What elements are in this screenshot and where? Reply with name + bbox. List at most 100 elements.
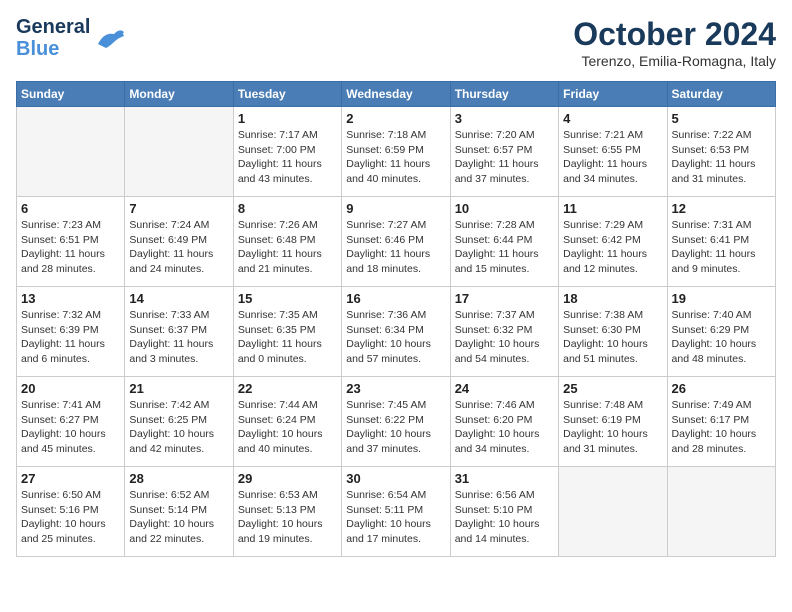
day-info: Sunrise: 7:31 AM Sunset: 6:41 PM Dayligh… xyxy=(672,218,771,277)
day-number: 27 xyxy=(21,471,120,486)
day-info: Sunrise: 7:28 AM Sunset: 6:44 PM Dayligh… xyxy=(455,218,554,277)
calendar-cell: 18 Sunrise: 7:38 AM Sunset: 6:30 PM Dayli… xyxy=(559,287,667,377)
calendar-cell: 11Sunrise: 7:29 AM Sunset: 6:42 PM Dayli… xyxy=(559,197,667,287)
page-header: GeneralBlue October 2024 Terenzo, Emilia… xyxy=(16,16,776,69)
day-number: 31 xyxy=(455,471,554,486)
calendar-cell: 21 Sunrise: 7:42 AM Sunset: 6:25 PM Dayli… xyxy=(125,377,233,467)
day-info: Sunrise: 7:38 AM Sunset: 6:30 PM Dayligh… xyxy=(563,308,662,367)
day-number: 15 xyxy=(238,291,337,306)
calendar-cell: 26 Sunrise: 7:49 AM Sunset: 6:17 PM Dayli… xyxy=(667,377,775,467)
day-number: 1 xyxy=(238,111,337,126)
day-number: 9 xyxy=(346,201,445,216)
day-number: 26 xyxy=(672,381,771,396)
month-title: October 2024 xyxy=(573,16,776,53)
logo: GeneralBlue xyxy=(16,16,126,60)
calendar-week-row: 6 Sunrise: 7:23 AM Sunset: 6:51 PM Daylig… xyxy=(17,197,776,287)
weekday-header-friday: Friday xyxy=(559,82,667,107)
day-number: 3 xyxy=(455,111,554,126)
calendar-cell: 15 Sunrise: 7:35 AM Sunset: 6:35 PM Dayli… xyxy=(233,287,341,377)
logo-bird-icon xyxy=(94,24,126,52)
day-number: 10 xyxy=(455,201,554,216)
day-info: Sunrise: 7:45 AM Sunset: 6:22 PM Dayligh… xyxy=(346,398,445,457)
weekday-header-monday: Monday xyxy=(125,82,233,107)
day-info: Sunrise: 6:53 AM Sunset: 5:13 PM Dayligh… xyxy=(238,488,337,547)
day-info: Sunrise: 7:20 AM Sunset: 6:57 PM Dayligh… xyxy=(455,128,554,187)
day-number: 30 xyxy=(346,471,445,486)
weekday-header-tuesday: Tuesday xyxy=(233,82,341,107)
day-info: Sunrise: 7:21 AM Sunset: 6:55 PM Dayligh… xyxy=(563,128,662,187)
calendar-cell xyxy=(125,107,233,197)
calendar-cell: 9 Sunrise: 7:27 AM Sunset: 6:46 PM Daylig… xyxy=(342,197,450,287)
title-block: October 2024 Terenzo, Emilia-Romagna, It… xyxy=(573,16,776,69)
day-number: 14 xyxy=(129,291,228,306)
calendar-cell: 10 Sunrise: 7:28 AM Sunset: 6:44 PM Dayli… xyxy=(450,197,558,287)
day-number: 28 xyxy=(129,471,228,486)
calendar-cell: 7 Sunrise: 7:24 AM Sunset: 6:49 PM Daylig… xyxy=(125,197,233,287)
day-info: Sunrise: 7:24 AM Sunset: 6:49 PM Dayligh… xyxy=(129,218,228,277)
logo-text: GeneralBlue xyxy=(16,16,90,60)
day-info: Sunrise: 7:26 AM Sunset: 6:48 PM Dayligh… xyxy=(238,218,337,277)
day-info: Sunrise: 7:17 AM Sunset: 7:00 PM Dayligh… xyxy=(238,128,337,187)
day-number: 25 xyxy=(563,381,662,396)
weekday-header-row: SundayMondayTuesdayWednesdayThursdayFrid… xyxy=(17,82,776,107)
day-number: 22 xyxy=(238,381,337,396)
calendar-cell xyxy=(559,467,667,557)
day-info: Sunrise: 6:50 AM Sunset: 5:16 PM Dayligh… xyxy=(21,488,120,547)
day-info: Sunrise: 7:42 AM Sunset: 6:25 PM Dayligh… xyxy=(129,398,228,457)
day-info: Sunrise: 7:18 AM Sunset: 6:59 PM Dayligh… xyxy=(346,128,445,187)
day-info: Sunrise: 7:46 AM Sunset: 6:20 PM Dayligh… xyxy=(455,398,554,457)
weekday-header-saturday: Saturday xyxy=(667,82,775,107)
calendar-cell: 27 Sunrise: 6:50 AM Sunset: 5:16 PM Dayli… xyxy=(17,467,125,557)
day-number: 4 xyxy=(563,111,662,126)
day-info: Sunrise: 7:33 AM Sunset: 6:37 PM Dayligh… xyxy=(129,308,228,367)
calendar-cell: 30Sunrise: 6:54 AM Sunset: 5:11 PM Dayli… xyxy=(342,467,450,557)
calendar-cell xyxy=(667,467,775,557)
day-number: 13 xyxy=(21,291,120,306)
day-info: Sunrise: 7:48 AM Sunset: 6:19 PM Dayligh… xyxy=(563,398,662,457)
weekday-header-wednesday: Wednesday xyxy=(342,82,450,107)
calendar-cell: 17Sunrise: 7:37 AM Sunset: 6:32 PM Dayli… xyxy=(450,287,558,377)
weekday-header-thursday: Thursday xyxy=(450,82,558,107)
weekday-header-sunday: Sunday xyxy=(17,82,125,107)
day-info: Sunrise: 7:29 AM Sunset: 6:42 PM Dayligh… xyxy=(563,218,662,277)
calendar-cell: 12 Sunrise: 7:31 AM Sunset: 6:41 PM Dayli… xyxy=(667,197,775,287)
day-info: Sunrise: 7:27 AM Sunset: 6:46 PM Dayligh… xyxy=(346,218,445,277)
calendar-cell: 25 Sunrise: 7:48 AM Sunset: 6:19 PM Dayli… xyxy=(559,377,667,467)
calendar-cell: 28Sunrise: 6:52 AM Sunset: 5:14 PM Dayli… xyxy=(125,467,233,557)
calendar-cell xyxy=(17,107,125,197)
day-info: Sunrise: 7:22 AM Sunset: 6:53 PM Dayligh… xyxy=(672,128,771,187)
calendar-cell: 23 Sunrise: 7:45 AM Sunset: 6:22 PM Dayli… xyxy=(342,377,450,467)
day-number: 12 xyxy=(672,201,771,216)
calendar-week-row: 20 Sunrise: 7:41 AM Sunset: 6:27 PM Dayli… xyxy=(17,377,776,467)
day-info: Sunrise: 7:44 AM Sunset: 6:24 PM Dayligh… xyxy=(238,398,337,457)
location-subtitle: Terenzo, Emilia-Romagna, Italy xyxy=(573,53,776,69)
day-number: 5 xyxy=(672,111,771,126)
day-number: 23 xyxy=(346,381,445,396)
day-info: Sunrise: 7:40 AM Sunset: 6:29 PM Dayligh… xyxy=(672,308,771,367)
day-number: 19 xyxy=(672,291,771,306)
calendar-cell: 19 Sunrise: 7:40 AM Sunset: 6:29 PM Dayli… xyxy=(667,287,775,377)
day-number: 24 xyxy=(455,381,554,396)
calendar-cell: 20 Sunrise: 7:41 AM Sunset: 6:27 PM Dayli… xyxy=(17,377,125,467)
calendar-cell: 2Sunrise: 7:18 AM Sunset: 6:59 PM Daylig… xyxy=(342,107,450,197)
day-number: 8 xyxy=(238,201,337,216)
day-info: Sunrise: 7:32 AM Sunset: 6:39 PM Dayligh… xyxy=(21,308,120,367)
day-info: Sunrise: 7:49 AM Sunset: 6:17 PM Dayligh… xyxy=(672,398,771,457)
day-number: 7 xyxy=(129,201,228,216)
calendar-cell: 29Sunrise: 6:53 AM Sunset: 5:13 PM Dayli… xyxy=(233,467,341,557)
calendar-cell: 14 Sunrise: 7:33 AM Sunset: 6:37 PM Dayli… xyxy=(125,287,233,377)
day-info: Sunrise: 7:23 AM Sunset: 6:51 PM Dayligh… xyxy=(21,218,120,277)
calendar-cell: 4 Sunrise: 7:21 AM Sunset: 6:55 PM Daylig… xyxy=(559,107,667,197)
day-number: 6 xyxy=(21,201,120,216)
calendar-cell: 22 Sunrise: 7:44 AM Sunset: 6:24 PM Dayli… xyxy=(233,377,341,467)
day-number: 20 xyxy=(21,381,120,396)
day-number: 18 xyxy=(563,291,662,306)
calendar-cell: 5 Sunrise: 7:22 AM Sunset: 6:53 PM Daylig… xyxy=(667,107,775,197)
calendar-table: SundayMondayTuesdayWednesdayThursdayFrid… xyxy=(16,81,776,557)
calendar-cell: 31Sunrise: 6:56 AM Sunset: 5:10 PM Dayli… xyxy=(450,467,558,557)
day-info: Sunrise: 7:35 AM Sunset: 6:35 PM Dayligh… xyxy=(238,308,337,367)
day-info: Sunrise: 7:41 AM Sunset: 6:27 PM Dayligh… xyxy=(21,398,120,457)
calendar-week-row: 13 Sunrise: 7:32 AM Sunset: 6:39 PM Dayli… xyxy=(17,287,776,377)
day-number: 21 xyxy=(129,381,228,396)
calendar-cell: 8 Sunrise: 7:26 AM Sunset: 6:48 PM Daylig… xyxy=(233,197,341,287)
